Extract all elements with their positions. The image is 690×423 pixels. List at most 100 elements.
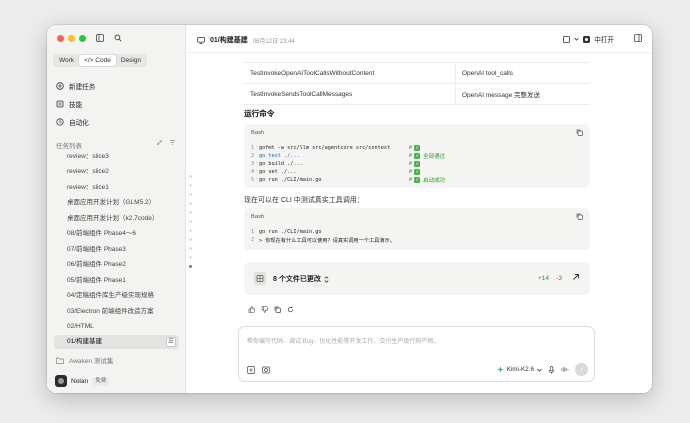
page-title: 01/构建基建 xyxy=(210,37,248,44)
line-number: 3 xyxy=(251,161,255,167)
thumbs-up-icon[interactable] xyxy=(248,306,255,313)
sidebar-toggle-icon[interactable] xyxy=(95,33,105,43)
nav-dot[interactable] xyxy=(189,175,192,178)
nav-dot[interactable] xyxy=(189,184,192,187)
task-item[interactable]: 04/定稿组件库生产级实现规格 xyxy=(67,290,179,301)
open-external-icon[interactable] xyxy=(572,273,580,281)
nav-dot[interactable] xyxy=(189,211,192,214)
segment-code-label: Code xyxy=(95,57,111,64)
check-icon: ✓ xyxy=(414,161,421,167)
task-item[interactable]: 08/前端组件 Phase4～6 xyxy=(67,228,179,239)
nav-dot[interactable] xyxy=(189,229,192,232)
task-item[interactable]: 05/前端组件 Phase1 xyxy=(67,275,179,286)
folder-label: Awaken 测试集 xyxy=(69,358,114,365)
folder-item[interactable]: Awaken 测试集 xyxy=(56,355,113,365)
image-icon[interactable] xyxy=(262,366,270,374)
model-selector[interactable]: Kimi-K2.6 xyxy=(497,366,542,373)
code-text: > 你现在有什么工具可以使用？请真实调用一个工具演示。 xyxy=(259,237,395,244)
attach-icon[interactable] xyxy=(247,366,255,374)
task-item[interactable]: 02/HTML xyxy=(67,321,179,332)
open-in-label: 中打开 xyxy=(594,37,614,44)
nav-dot[interactable] xyxy=(189,256,192,259)
minimize-window-button[interactable] xyxy=(68,35,75,42)
message-paragraph: 现在可以在 CLI 中测试真实工具调用： xyxy=(244,197,364,204)
files-changed-card[interactable]: 8 个文件已更改 +14 -3 xyxy=(244,262,590,295)
section-heading: 运行命令 xyxy=(244,109,275,118)
user-profile[interactable]: Nolan 免费 xyxy=(55,375,110,387)
code-block: Bash 1 go run ./CLI/main.go 2 > 你现在有什么工具可以… xyxy=(244,208,590,250)
voice-wave-icon[interactable] xyxy=(561,366,569,373)
files-changed-label: 8 个文件已更改 xyxy=(273,276,321,283)
microphone-icon[interactable] xyxy=(548,365,555,374)
app-window: Work </> Code Design 新建任务 技能 自动化 任务列表 re… xyxy=(47,25,652,393)
regenerate-icon[interactable] xyxy=(287,306,294,313)
code-text: go build ./... xyxy=(259,161,303,167)
segment-design[interactable]: Design xyxy=(116,55,146,66)
segment-code[interactable]: </> Code xyxy=(79,55,116,66)
task-item[interactable]: review：slice1 xyxy=(67,182,179,193)
nav-dot[interactable] xyxy=(189,202,192,205)
task-item[interactable]: 桌面应用开发计划（k2.7code） xyxy=(67,213,179,224)
sparkle-icon xyxy=(497,366,504,373)
task-item[interactable]: review：slice3 xyxy=(67,151,179,162)
line-number: 2 xyxy=(251,153,255,159)
message-composer[interactable]: 帮你编写代码、调试 Bug、优化性能等开发工作，交付生产级代码产物。 Kimi-… xyxy=(238,326,595,382)
nav-dot[interactable] xyxy=(189,238,192,241)
table-row: TestInvokeOpenAIToolCallsWithoutContent … xyxy=(244,63,590,84)
send-button[interactable]: ↑ xyxy=(575,363,588,376)
open-in-button[interactable]: 中打开 xyxy=(563,34,614,44)
code-line: 2 > 你现在有什么工具可以使用？请真实调用一个工具演示。 xyxy=(251,236,395,244)
table-cell: TestInvokeSendsToolCallMessages xyxy=(244,84,456,104)
skills-button[interactable]: 技能 xyxy=(56,98,82,109)
new-task-button[interactable]: 新建任务 xyxy=(56,80,95,91)
code-comment: # xyxy=(409,161,413,167)
code-text: go run ./CLI/main.go xyxy=(259,229,322,235)
code-icon: </> xyxy=(84,57,96,64)
task-item[interactable]: 03/Electron 前端组件改造方案 xyxy=(67,306,179,317)
panel-toggle-icon[interactable] xyxy=(634,34,642,42)
lines-added: +14 xyxy=(537,275,549,282)
copy-icon[interactable] xyxy=(576,129,583,136)
editor-icon xyxy=(563,35,571,43)
segment-work[interactable]: Work xyxy=(54,55,79,66)
task-item[interactable]: 桌面应用开发计划（GLM5.2） xyxy=(67,197,179,208)
nav-dot[interactable] xyxy=(189,220,192,223)
check-icon: ✓ xyxy=(414,145,421,151)
document-icon xyxy=(254,272,266,285)
task-list-title: 任务列表 xyxy=(56,143,82,150)
composer-controls: Kimi-K2.6 ↑ xyxy=(497,363,588,376)
nav-dot[interactable] xyxy=(189,193,192,196)
code-text: go run ./CLI/main.go xyxy=(259,177,322,183)
results-table: TestInvokeOpenAIToolCallsWithoutContent … xyxy=(244,62,590,105)
code-language: Bash xyxy=(251,214,265,220)
copy-icon[interactable] xyxy=(576,213,583,220)
nav-dot-current[interactable] xyxy=(189,265,192,268)
line-number: 4 xyxy=(251,169,255,175)
mode-switcher: Work </> Code Design xyxy=(53,54,148,67)
code-line: 2 go test ./... # ✓ 全部通过 xyxy=(251,152,445,160)
composer-placeholder[interactable]: 帮你编写代码、调试 Bug、优化性能等开发工作，交付生产级代码产物。 xyxy=(247,336,439,345)
status-text: 启动成功 xyxy=(423,178,446,184)
close-window-button[interactable] xyxy=(57,35,64,42)
avatar xyxy=(55,375,67,387)
task-item[interactable]: review：slice2 xyxy=(67,166,179,177)
collapse-icon[interactable] xyxy=(156,139,163,146)
files-changed-summary[interactable]: 8 个文件已更改 xyxy=(273,274,329,284)
check-icon: ✓ xyxy=(414,153,421,159)
copy-icon[interactable] xyxy=(274,306,281,313)
thumbs-down-icon[interactable] xyxy=(261,306,268,313)
clock-icon xyxy=(56,117,64,126)
search-icon[interactable] xyxy=(113,33,123,43)
nav-dot[interactable] xyxy=(189,247,192,250)
task-item-active[interactable]: 01/构建基建 ☰ xyxy=(54,335,179,349)
automation-button[interactable]: 自动化 xyxy=(56,116,89,127)
task-list-actions xyxy=(156,139,176,146)
zoom-window-button[interactable] xyxy=(79,35,86,42)
filter-icon[interactable] xyxy=(169,139,176,146)
task-item[interactable]: 07/前端组件 Phase3 xyxy=(67,244,179,255)
code-line: 1 gofmt -w src/llm src/agentcore src/cont… xyxy=(251,144,421,152)
arrow-up-icon: ↑ xyxy=(579,365,584,374)
status-text: 全部通过 xyxy=(423,154,446,160)
task-options-icon[interactable]: ☰ xyxy=(166,337,176,347)
task-item[interactable]: 06/前端组件 Phase2 xyxy=(67,259,179,270)
